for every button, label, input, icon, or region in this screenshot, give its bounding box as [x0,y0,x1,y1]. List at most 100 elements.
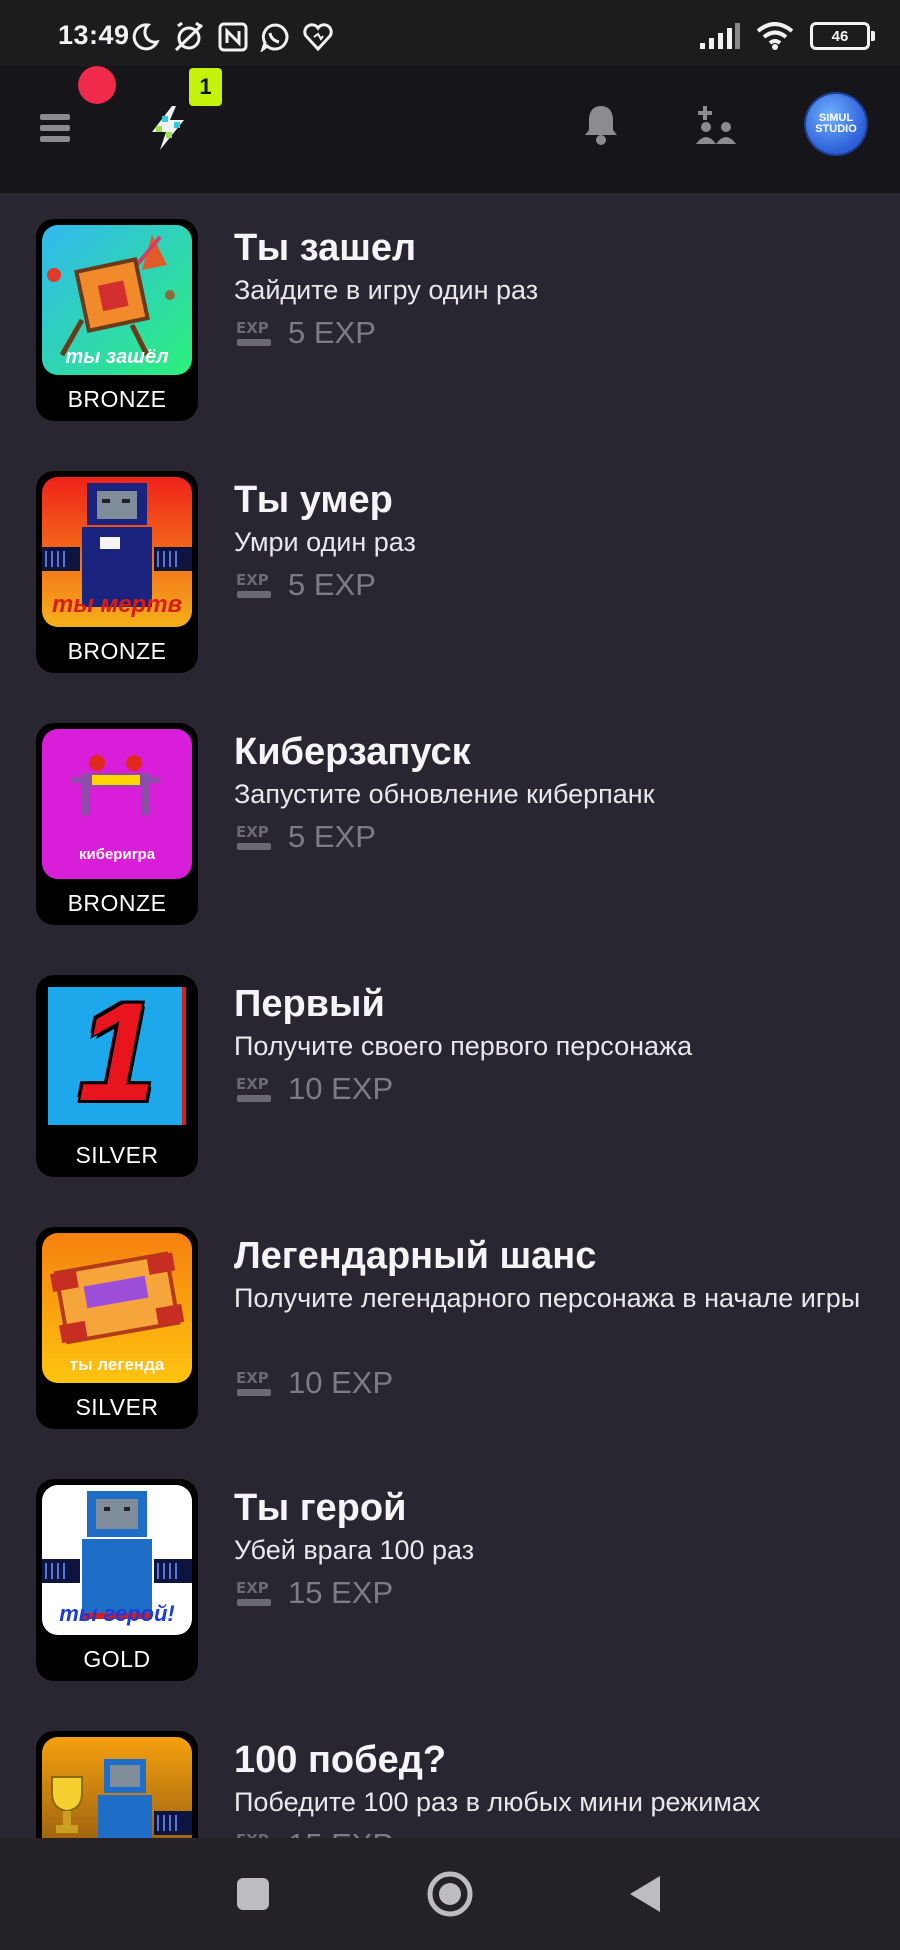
achievement-reward: EXP 5 EXP [236,315,376,351]
heart-icon [303,23,333,52]
achievement-item[interactable]: 100 побед? Победите 100 раз в любых мини… [0,1705,900,1838]
avatar-text-line2: STUDIO [815,123,857,135]
svg-text:EXP: EXP [236,823,269,841]
svg-text:EXP: EXP [236,571,269,589]
app-header: 1 SIMUL STUDIO [0,66,900,193]
exp-icon: EXP [236,1075,271,1102]
achievement-image: кибериrра [42,729,192,879]
achievement-image: ты мертв [42,477,192,627]
achievement-badge [36,1731,198,1838]
lightning-logo-icon [152,106,184,150]
achievement-description: Зайдите в игру один раз [234,275,539,305]
status-time: 13:49 [58,20,130,50]
achievement-item[interactable]: кибериrра BRONZE Киберзапуск Запустите о… [0,697,900,949]
achievement-reward: EXP 10 EXP [236,1071,393,1107]
achievement-title: Ты умер [234,479,393,521]
achievement-item[interactable]: 1 SILVER Первый Получите своего первого … [0,949,900,1201]
achievement-description: Убей врага 100 раз [234,1535,475,1565]
achievement-item[interactable]: ты легенда SILVER Легендарный шанс Получ… [0,1201,900,1453]
achievement-image [42,1737,192,1838]
exp-value: 5 EXP [288,315,376,350]
nfc-icon [218,22,248,52]
achievement-badge: ты герой! GOLD [36,1479,198,1681]
achievement-badge: ты зашёл BRONZE [36,219,198,421]
achievement-description: Получите легендарного персонажа в начале… [234,1283,861,1313]
bell-icon [585,106,617,145]
exp-value: 5 EXP [288,567,376,602]
back-button[interactable] [586,1838,706,1950]
achievement-description: Получите своего первого персонажа [234,1031,693,1061]
achievement-description: Запустите обновление киберпанк [234,779,655,809]
achievement-badge: кибериrра BRONZE [36,723,198,925]
achievement-image-caption: 1 [78,981,156,1130]
achievement-tier: BRONZE [67,386,167,412]
achievement-image-caption: ты герой! [59,1601,175,1626]
menu-button[interactable] [36,106,80,150]
exp-value: 15 EXP [288,1575,394,1610]
achievement-title: Первый [234,983,385,1025]
exp-icon: EXP [236,1831,269,1838]
achievement-badge: ты легенда SILVER [36,1227,198,1429]
svg-text:EXP: EXP [236,1369,269,1387]
achievement-description: Победите 100 раз в любых мини режимах [234,1787,761,1817]
battery-level: 46 [831,27,849,45]
achievement-image-caption: ты легенда [69,1355,165,1374]
svg-text:EXP: EXP [236,1075,269,1093]
lightning-logo-button[interactable] [142,102,194,154]
notification-dot [78,66,116,104]
system-nav-bar [0,1838,900,1950]
achievement-title: Ты зашел [234,227,417,269]
signal-icon [700,23,740,49]
add-friend-icon [696,106,736,144]
svg-text:EXP: EXP [236,319,269,337]
achievement-title: Легендарный шанс [234,1235,597,1277]
achievement-image: ты легенда [42,1233,192,1383]
add-friend-button[interactable] [694,104,738,148]
exp-icon: EXP [236,571,271,598]
svg-text:EXP: EXP [236,1831,269,1838]
achievement-item[interactable]: ты герой! GOLD Ты герой Убей врага 100 р… [0,1453,900,1705]
achievement-item[interactable]: ты мертв BRONZE Ты умер Умри один раз EX… [0,445,900,697]
notifications-button[interactable] [582,102,620,146]
achievement-reward: EXP 5 EXP [236,567,376,603]
status-bar: 13:49 46 [0,0,900,66]
recents-square-icon [237,1878,269,1910]
exp-icon: EXP [236,319,271,346]
achievement-badge: 1 SILVER [36,975,198,1177]
achievement-title: Киберзапуск [234,731,471,773]
achievement-title: 100 побед? [234,1739,447,1781]
svg-text:EXP: EXP [236,1579,269,1597]
achievement-tier: SILVER [75,1142,159,1168]
achievement-reward: EXP 5 EXP [236,819,376,855]
avatar[interactable]: SIMUL STUDIO [806,94,866,154]
achievement-reward: EXP 15 EXP [236,1827,393,1838]
wifi-icon [756,22,794,50]
achievement-image: 1 [42,981,192,1131]
achievement-image-caption: ты мертв [51,591,183,618]
achievement-reward: EXP 10 EXP [236,1365,393,1401]
exp-value: 10 EXP [288,1365,394,1400]
achievement-item[interactable]: ты зашёл BRONZE Ты зашел Зайдите в игру … [0,193,900,445]
achievement-image-caption: ты зашёл [65,346,169,368]
achievement-image: ты зашёл [42,225,192,375]
achievement-image-caption: кибериrра [78,846,156,863]
achievement-tier: BRONZE [67,890,167,916]
back-triangle-icon [630,1876,660,1912]
exp-value: 5 EXP [288,819,376,854]
status-icons-right: 46 [700,22,875,50]
menu-icon [40,114,70,142]
exp-value: 15 EXP [288,1827,393,1838]
achievement-tier: SILVER [75,1394,159,1420]
home-button[interactable] [390,1838,510,1950]
count-badge: 1 [189,68,222,106]
whatsapp-icon [260,23,289,52]
exp-value: 10 EXP [288,1071,394,1106]
battery-icon: 46 [810,22,875,50]
exp-icon: EXP [236,823,271,850]
achievement-reward: EXP 15 EXP [236,1575,393,1611]
recents-button[interactable] [193,1838,313,1950]
achievement-description: Умри один раз [234,527,416,557]
alarm-off-icon [174,22,204,52]
achievements-list[interactable]: ты зашёл BRONZE Ты зашел Зайдите в игру … [0,193,900,1838]
achievement-title: Ты герой [234,1487,407,1529]
